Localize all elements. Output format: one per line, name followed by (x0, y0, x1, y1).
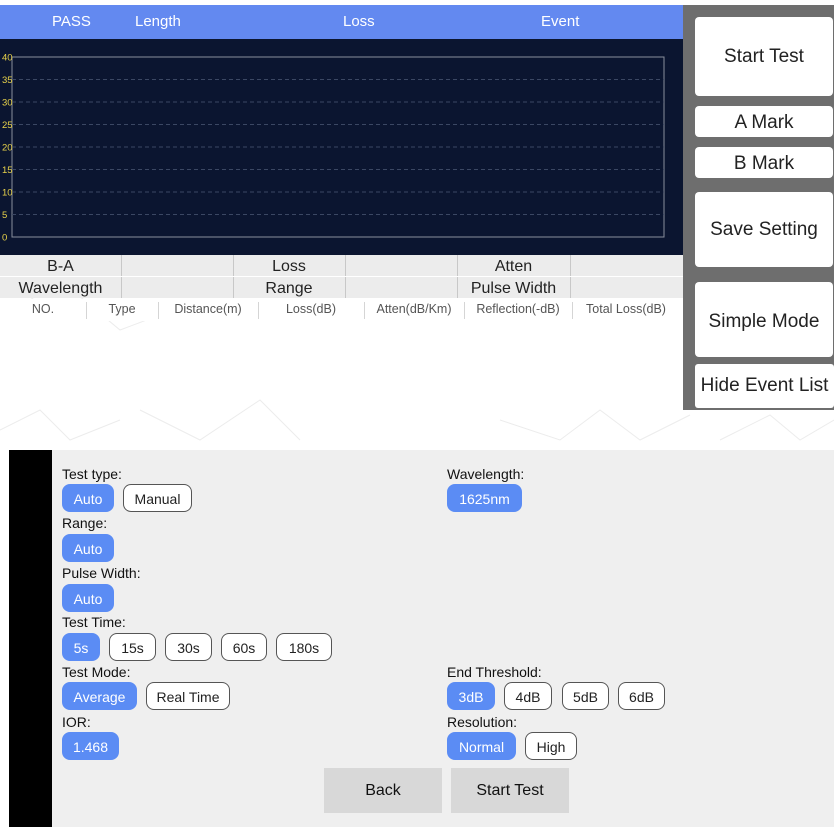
hide-event-list-button[interactable]: Hide Event List (695, 364, 834, 408)
test-settings-panel: Test type: Auto Manual Wavelength: 1625n… (52, 450, 834, 827)
col-no: NO. (0, 302, 87, 319)
resolution-normal-option[interactable]: Normal (447, 732, 516, 760)
y-tick-label: 5 (2, 210, 7, 221)
col-total-loss: Total Loss(dB) (586, 302, 666, 316)
y-tick-label: 15 (2, 165, 13, 176)
settings-start-test-button[interactable]: Start Test (451, 768, 569, 813)
col-reflection: Reflection(-dB) (464, 302, 573, 319)
simple-mode-button[interactable]: Simple Mode (695, 282, 833, 357)
wavelength-value (121, 277, 234, 298)
marker-loss-value (345, 255, 458, 276)
test-time-30s-option[interactable]: 30s (165, 633, 212, 661)
end-threshold-5db-option[interactable]: 5dB (562, 682, 609, 710)
pass-label: PASS (52, 13, 91, 30)
y-tick-label: 25 (2, 120, 13, 131)
test-time-180s-option[interactable]: 180s (276, 633, 332, 661)
otdr-trace-graph[interactable]: 40 35 30 25 20 15 10 5 0 (0, 39, 683, 255)
range-auto-option[interactable]: Auto (62, 534, 114, 562)
resolution-label: Resolution: (447, 714, 518, 730)
b-mark-button[interactable]: B Mark (695, 147, 833, 178)
wavelength-1625nm-option[interactable]: 1625nm (447, 484, 522, 512)
wavelength-label: Wavelength (0, 277, 122, 298)
y-tick-label: 20 (2, 143, 13, 154)
test-time-5s-option[interactable]: 5s (62, 633, 100, 661)
a-mark-button[interactable]: A Mark (695, 106, 833, 137)
test-time-label: Test Time: (62, 614, 126, 630)
result-header-bar: PASS Length Loss Event (0, 5, 683, 39)
ior-value-field[interactable]: 1.468 (62, 732, 119, 760)
pulse-width-value (570, 277, 683, 298)
marker-loss-label: Loss (233, 255, 346, 276)
test-time-15s-option[interactable]: 15s (109, 633, 156, 661)
test-time-60s-option[interactable]: 60s (221, 633, 267, 661)
resolution-high-option[interactable]: High (525, 732, 577, 760)
y-tick-label: 10 (2, 188, 13, 199)
test-mode-average-option[interactable]: Average (62, 682, 137, 710)
length-label: Length (135, 13, 181, 30)
test-type-manual-option[interactable]: Manual (123, 484, 192, 512)
pulse-width-setting-label: Pulse Width: (62, 565, 141, 581)
right-button-panel: Start Test A Mark B Mark Save Setting Si… (683, 5, 834, 410)
end-threshold-label: End Threshold: (447, 664, 542, 680)
save-setting-button[interactable]: Save Setting (695, 192, 833, 267)
atten-label: Atten (457, 255, 571, 276)
range-value (345, 277, 458, 298)
col-type: Type (86, 302, 159, 319)
wavelength-setting-label: Wavelength: (447, 466, 525, 482)
test-type-auto-option[interactable]: Auto (62, 484, 114, 512)
ba-label: B-A (0, 255, 122, 276)
test-type-label: Test type: (62, 466, 122, 482)
test-mode-real-time-option[interactable]: Real Time (146, 682, 230, 710)
pulse-width-auto-option[interactable]: Auto (62, 584, 114, 612)
trace-plot: 40 35 30 25 20 15 10 5 0 (2, 53, 665, 244)
col-distance: Distance(m) (158, 302, 259, 319)
atten-value (570, 255, 683, 276)
pulse-width-label: Pulse Width (457, 277, 571, 298)
y-tick-label: 35 (2, 75, 13, 86)
y-tick-label: 30 (2, 98, 13, 109)
event-label: Event (541, 13, 580, 30)
range-setting-label: Range: (62, 515, 108, 531)
ba-value (121, 255, 234, 276)
ior-label: IOR: (62, 714, 91, 730)
end-threshold-3db-option[interactable]: 3dB (447, 682, 495, 710)
back-button[interactable]: Back (324, 768, 442, 813)
screen-left-bezel (9, 450, 52, 827)
col-atten: Atten(dB/Km) (364, 302, 465, 319)
end-threshold-4db-option[interactable]: 4dB (504, 682, 552, 710)
info-row: Wavelength Range Pulse Width (0, 277, 683, 298)
range-label: Range (233, 277, 346, 298)
y-tick-label: 40 (2, 53, 13, 64)
event-table-header: NO. Type Distance(m) Loss(dB) Atten(dB/K… (0, 299, 683, 321)
col-loss: Loss(dB) (258, 302, 365, 319)
marker-row: B-A Loss Atten (0, 255, 683, 276)
loss-label: Loss (343, 13, 375, 30)
y-tick-label: 0 (2, 233, 7, 244)
start-test-button[interactable]: Start Test (695, 17, 833, 96)
test-mode-label: Test Mode: (62, 664, 131, 680)
end-threshold-6db-option[interactable]: 6dB (618, 682, 665, 710)
